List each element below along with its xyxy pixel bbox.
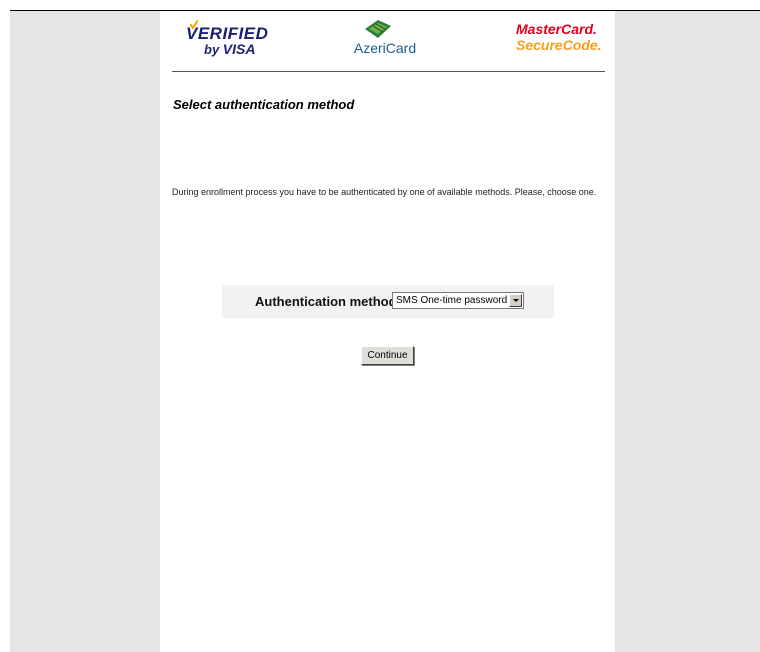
intro-text: During enrollment process you have to be…	[172, 187, 597, 197]
continue-button[interactable]: Continue	[361, 346, 414, 365]
azericard-logo-text: AzeriCard	[353, 40, 417, 56]
authentication-method-select[interactable]: SMS One-time password	[392, 292, 524, 309]
authentication-method-row: Authentication method: SMS One-time pass…	[222, 285, 554, 318]
mastercard-logo-text: MasterCard.	[516, 21, 597, 37]
authentication-method-selected-value: SMS One-time password	[396, 295, 508, 306]
visa-logo-by-text: by VISA	[204, 41, 256, 57]
right-page-margin	[615, 11, 760, 652]
verified-by-visa-logo: VERIFIED by VISA	[186, 18, 268, 60]
authentication-method-label: Authentication method:	[255, 294, 401, 309]
securecode-logo-text: SecureCode.	[516, 37, 602, 53]
dropdown-arrow-icon[interactable]	[509, 294, 522, 307]
azericard-logo: AzeriCard	[352, 20, 418, 60]
header-divider	[172, 71, 605, 72]
azericard-chip-icon	[365, 20, 391, 38]
mastercard-securecode-logo: MasterCard. SecureCode.	[516, 21, 602, 57]
left-page-margin	[10, 11, 160, 652]
page-title: Select authentication method	[173, 97, 355, 112]
